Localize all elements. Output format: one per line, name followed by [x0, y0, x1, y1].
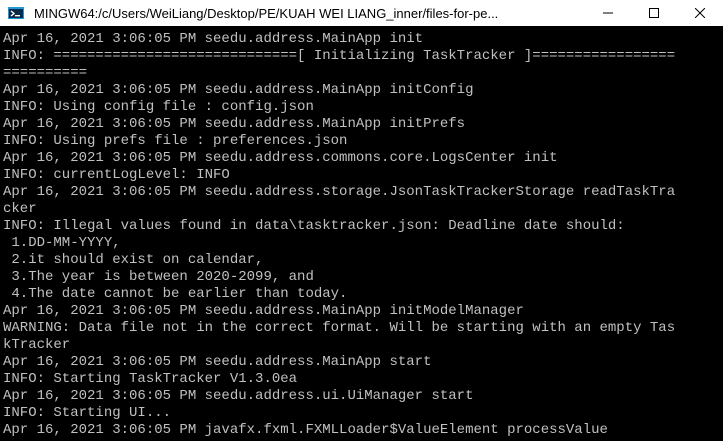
console-line: INFO: Starting TaskTracker V1.3.0ea [3, 371, 298, 387]
console-line: Apr 16, 2021 3:06:05 PM seedu.address.co… [3, 150, 558, 166]
mingw-terminal-icon[interactable] [8, 5, 24, 21]
maximize-button[interactable] [631, 0, 677, 26]
console-line: WARNING: Data file not in the correct fo… [3, 320, 676, 336]
window-controls [585, 0, 723, 26]
maximize-icon [649, 8, 659, 18]
console-line: cker [3, 201, 37, 217]
console-line: 1.DD-MM-YYYY, [3, 235, 121, 251]
close-button[interactable] [677, 0, 723, 26]
console-line: Apr 16, 2021 3:06:05 PM javafx.fxml.FXML… [3, 422, 608, 438]
console-line: INFO: Using prefs file : preferences.jso… [3, 133, 348, 149]
close-icon [695, 8, 705, 18]
console-line: INFO: currentLogLevel: INFO [3, 167, 230, 183]
console-line: Apr 16, 2021 3:06:05 PM seedu.address.Ma… [3, 31, 424, 47]
console-line: INFO: Starting UI... [3, 405, 172, 421]
console-line: INFO: Illegal values found in data\taskt… [3, 218, 625, 234]
window-title: MINGW64:/c/Users/WeiLiang/Desktop/PE/KUA… [34, 5, 499, 21]
console-line: Apr 16, 2021 3:06:05 PM seedu.address.Ma… [3, 82, 474, 98]
console-line: 3.The year is between 2020-2099, and [3, 269, 314, 285]
console-line: kTracker [3, 337, 71, 353]
console-line: 4.The date cannot be earlier than today. [3, 286, 348, 302]
terminal-output[interactable]: Apr 16, 2021 3:06:05 PM seedu.address.Ma… [0, 31, 723, 441]
minimize-button[interactable] [585, 0, 631, 26]
console-line: Apr 16, 2021 3:06:05 PM seedu.address.Ma… [3, 303, 524, 319]
console-line: Apr 16, 2021 3:06:05 PM seedu.address.st… [3, 184, 676, 200]
terminal-window: MINGW64:/c/Users/WeiLiang/Desktop/PE/KUA… [0, 0, 723, 441]
console-line: Apr 16, 2021 3:06:05 PM seedu.address.ui… [3, 388, 474, 404]
console-line: ========== [3, 65, 88, 81]
console-line: Apr 16, 2021 3:06:05 PM seedu.address.Ma… [3, 354, 432, 370]
console-line: INFO: =============================[ Ini… [3, 48, 676, 64]
minimize-icon [603, 8, 613, 18]
console-line: INFO: Using config file : config.json [3, 99, 314, 115]
title-bar[interactable]: MINGW64:/c/Users/WeiLiang/Desktop/PE/KUA… [0, 0, 723, 26]
console-line: Apr 16, 2021 3:06:05 PM seedu.address.Ma… [3, 116, 466, 132]
console-line: 2.it should exist on calendar, [3, 252, 264, 268]
